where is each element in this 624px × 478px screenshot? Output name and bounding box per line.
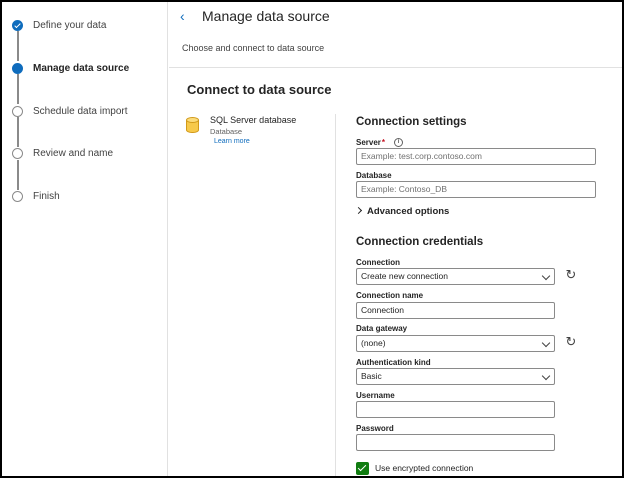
refresh-icon[interactable]: ↻ (564, 268, 578, 282)
page-title: Manage data source (202, 8, 330, 24)
chevron-down-icon (541, 371, 551, 381)
database-input[interactable]: Example: Contoso_DB (356, 181, 596, 198)
step-complete-icon (12, 19, 23, 31)
page-subtitle: Choose and connect to data source (182, 43, 325, 53)
info-icon[interactable]: i (394, 138, 403, 147)
step-schedule-data-import[interactable]: Schedule data import (12, 101, 128, 121)
page-header: ‹ Manage data source Choose and connect … (169, 2, 622, 68)
connection-label: Connection (356, 258, 400, 267)
data-gateway-select[interactable]: (none) (356, 335, 555, 352)
chevron-down-icon (541, 338, 551, 348)
database-icon (186, 117, 199, 134)
database-label: Database (356, 171, 392, 180)
password-label: Password (356, 424, 394, 433)
step-manage-data-source[interactable]: Manage data source (12, 58, 129, 78)
advanced-options-label: Advanced options (367, 206, 450, 217)
step-connector (17, 74, 19, 104)
section-title: Connect to data source (187, 82, 332, 97)
authentication-kind-select[interactable]: Basic (356, 368, 555, 385)
server-input[interactable]: Example: test.corp.contoso.com (356, 148, 596, 165)
chevron-right-icon (354, 206, 363, 215)
authentication-kind-label: Authentication kind (356, 358, 431, 367)
step-label: Schedule data import (33, 105, 128, 117)
connection-select-value: Create new connection (361, 271, 448, 281)
connection-name-label: Connection name (356, 291, 424, 300)
authentication-kind-value: Basic (361, 371, 382, 381)
step-label: Finish (33, 190, 60, 202)
data-source-type: Database (210, 127, 243, 136)
step-define-your-data[interactable]: Define your data (12, 15, 106, 35)
password-input[interactable] (356, 434, 555, 451)
wizard-steps: Define your data Manage data source Sche… (2, 2, 168, 476)
step-label: Define your data (33, 19, 107, 31)
step-pending-icon (12, 190, 23, 202)
step-label: Manage data source (33, 62, 130, 74)
learn-more-link[interactable]: Learn more (214, 138, 250, 145)
connection-settings-heading: Connection settings (356, 116, 467, 128)
connection-credentials-heading: Connection credentials (356, 236, 484, 248)
encrypted-connection-label: Use encrypted connection (375, 463, 474, 473)
connection-name-input[interactable]: Connection (356, 302, 555, 319)
data-gateway-select-value: (none) (361, 338, 386, 348)
data-source-name[interactable]: SQL Server database (210, 115, 296, 125)
dialog-frame: Define your data Manage data source Sche… (0, 0, 624, 478)
server-label-text: Server (356, 138, 381, 147)
step-finish[interactable]: Finish (12, 186, 60, 206)
step-current-icon (12, 62, 23, 74)
step-connector (17, 31, 19, 61)
advanced-options-toggle[interactable]: Advanced options (354, 206, 450, 217)
required-mark: * (381, 138, 386, 147)
step-label: Review and name (33, 147, 114, 159)
chevron-down-icon (541, 271, 551, 281)
chevron-left-icon[interactable]: ‹ (180, 8, 185, 24)
username-input[interactable] (356, 401, 555, 418)
divider (335, 114, 336, 476)
username-label: Username (356, 391, 395, 400)
encrypted-connection-checkbox[interactable] (356, 462, 369, 475)
connection-select[interactable]: Create new connection (356, 268, 555, 285)
step-pending-icon (12, 105, 23, 117)
refresh-icon[interactable]: ↻ (564, 335, 578, 349)
step-review-and-name[interactable]: Review and name (12, 143, 113, 163)
step-pending-icon (12, 147, 23, 159)
data-gateway-label: Data gateway (356, 324, 408, 333)
server-label: Server* (356, 138, 385, 147)
